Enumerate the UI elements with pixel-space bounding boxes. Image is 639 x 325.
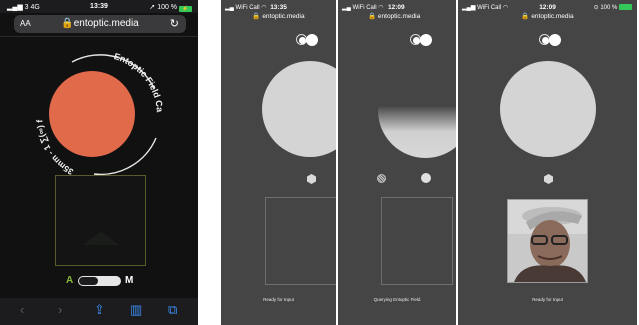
screen-ready-photo: ▂▄▆ WiFi Call ◠ 12:09 ⊙ 100 % 🔒 entoptic… (458, 0, 637, 325)
eye-pupil (542, 37, 549, 44)
status-caption: Querying Entoptic Field (373, 297, 421, 302)
bookmarks-icon[interactable]: ▥ (130, 303, 142, 316)
screen-querying: ▂▄ WiFi Call ◠ 12:09 🔒 entoptic.media Qu… (338, 0, 456, 325)
capture-dot-icon[interactable] (421, 173, 431, 183)
url-text[interactable]: 🔒entoptic.media (14, 18, 186, 29)
signal-icon: ▂▄ (342, 5, 353, 11)
carrier: ▂▄ WiFi Call ◠ (342, 5, 384, 11)
address-bar[interactable]: AA 🔒entoptic.media ↻ (14, 15, 186, 33)
url-text: 🔒 entoptic.media (521, 13, 574, 20)
mode-manual-label: M (125, 275, 134, 286)
eye-dot (549, 34, 561, 46)
screen-ready-empty: ▂▄ WiFi Call ◠ 13:35 🔒 entoptic.media Re… (221, 0, 336, 325)
reload-icon[interactable]: ↻ (170, 17, 179, 30)
capture-frame (381, 197, 453, 285)
record-button[interactable] (49, 71, 135, 157)
status-time: 13:35 (270, 4, 287, 11)
status-bar: ▂▄▆ WiFi Call ◠ 12:09 ⊙ 100 % 🔒 entoptic… (458, 0, 637, 22)
back-icon[interactable]: ‹ (20, 303, 24, 316)
url-text: 🔒 entoptic.media (368, 13, 421, 20)
divider (0, 36, 198, 37)
battery-icon: ⚡ (179, 6, 192, 12)
wifi-icon: ◠ (378, 5, 384, 11)
forward-icon[interactable]: › (58, 303, 62, 316)
battery-icon (619, 4, 632, 10)
eye-toggle-icon[interactable] (539, 34, 561, 46)
status-time: 12:09 (388, 4, 405, 11)
status-bar: ▂▄ WiFi Call ◠ 12:09 🔒 entoptic.media (338, 0, 456, 22)
lock-icon: 🔒 (368, 13, 377, 20)
hexagon-icon[interactable] (544, 174, 553, 184)
battery: ➚ 100 % ⚡ (149, 3, 192, 12)
lock-icon: 🔒 (61, 18, 74, 29)
screen-safari-camera: ▂▄▆ 3 4G 13:39 ➚ 100 % ⚡ AA 🔒entoptic.me… (0, 0, 198, 325)
camera-dial: Entoptic Field Camera 35mm - 1 ∑(∞) f (34, 50, 164, 177)
share-icon[interactable]: ⇪ (94, 303, 105, 316)
battery: ⊙ 100 % (594, 4, 632, 11)
captured-photo (507, 199, 588, 283)
status-bar: ▂▄▆ 3 4G 13:39 ➚ 100 % ⚡ (0, 0, 198, 13)
lens-disc-scanning (378, 63, 456, 158)
status-caption: Ready for Input (263, 297, 294, 302)
eye-dot (420, 34, 432, 46)
status-bar: ▂▄ WiFi Call ◠ 13:35 🔒 entoptic.media (221, 0, 336, 22)
aperture-icon[interactable] (377, 174, 386, 183)
mode-auto-label: A (66, 275, 74, 286)
eye-toggle-icon[interactable] (296, 34, 318, 46)
portrait-image (508, 200, 587, 282)
capture-frame (265, 197, 336, 285)
toggle-knob[interactable] (79, 277, 98, 285)
status-caption: Ready for Input (532, 297, 563, 302)
eye-pupil (413, 37, 420, 44)
eye-dot (306, 34, 318, 46)
lock-icon: 🔒 (252, 13, 261, 20)
tabs-icon[interactable]: ⧉ (168, 303, 177, 316)
lock-icon: 🔒 (521, 13, 530, 20)
safari-toolbar: ‹ › ⇪ ▥ ⧉ (0, 298, 198, 325)
lens-disc[interactable] (262, 61, 336, 157)
hexagon-icon[interactable] (307, 174, 316, 184)
eye-toggle-icon[interactable] (410, 34, 432, 46)
eye-pupil (299, 37, 306, 44)
mode-toggle[interactable] (78, 276, 121, 286)
sensor-frame (55, 175, 146, 266)
url-text: 🔒 entoptic.media (252, 13, 305, 20)
lens-disc[interactable] (500, 61, 596, 157)
sensor-shadow (83, 231, 119, 245)
